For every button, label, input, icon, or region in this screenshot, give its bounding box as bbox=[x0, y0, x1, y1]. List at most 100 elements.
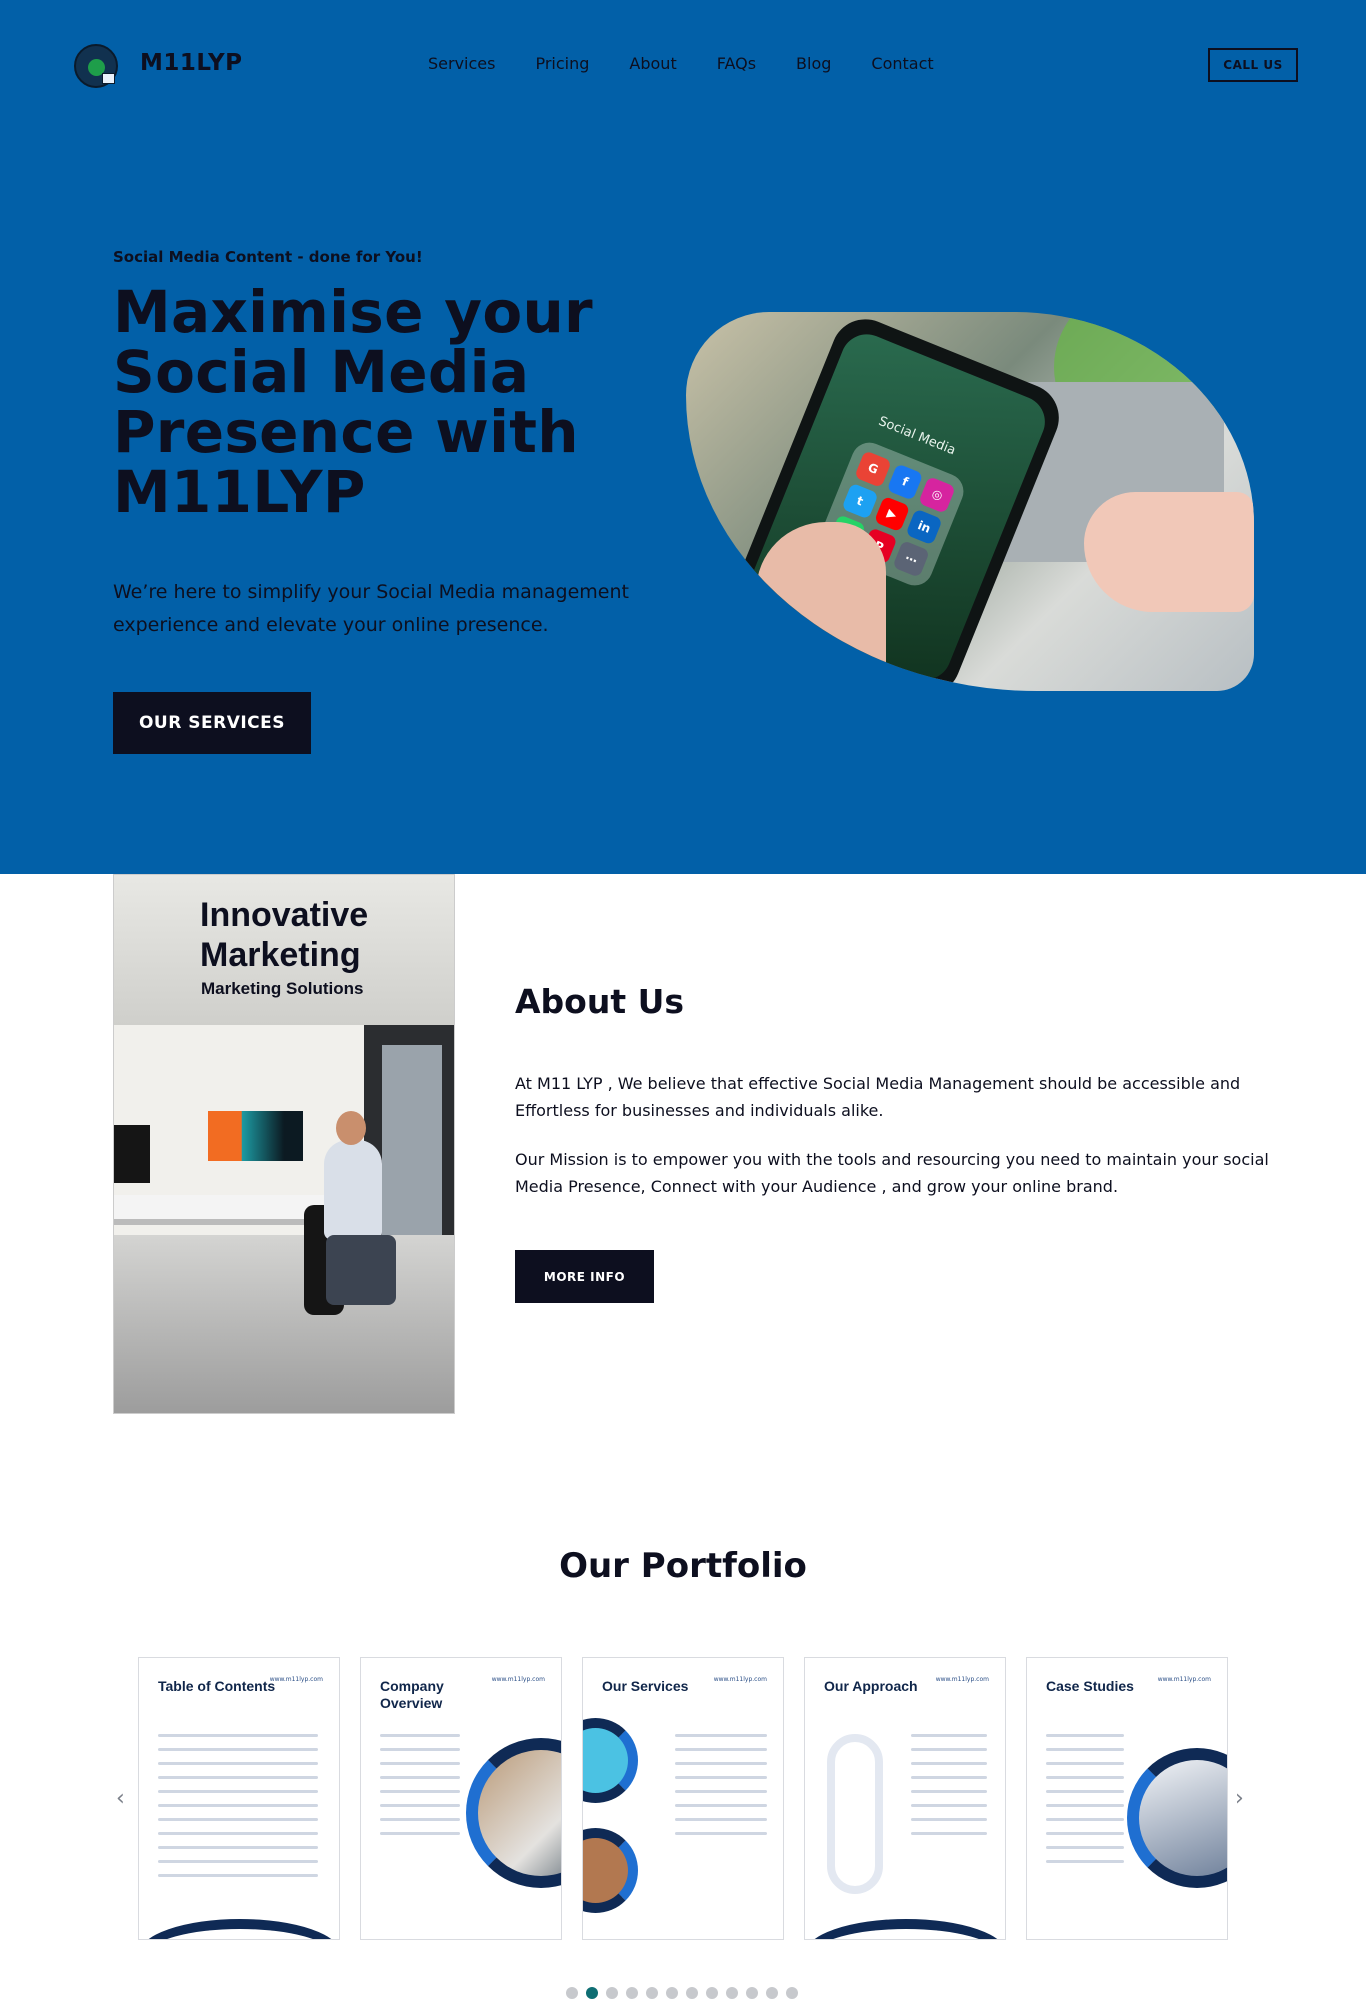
text-line bbox=[1046, 1734, 1124, 1737]
brand-name[interactable]: M11LYP bbox=[140, 50, 242, 76]
carousel-dot[interactable] bbox=[766, 1987, 778, 1999]
text-line bbox=[911, 1776, 987, 1779]
card-title: Table of Contents bbox=[158, 1678, 276, 1694]
card-title: Case Studies bbox=[1046, 1678, 1134, 1694]
text-line bbox=[675, 1804, 767, 1807]
text-line bbox=[911, 1790, 987, 1793]
card-title: Our Services bbox=[602, 1678, 689, 1694]
portfolio-card-company-overview[interactable]: Company Overview www.m11lyp.com bbox=[360, 1657, 562, 1940]
chevron-right-icon[interactable]: › bbox=[1235, 1786, 1244, 1811]
carousel-dot[interactable] bbox=[606, 1987, 618, 1999]
services-text bbox=[675, 1734, 767, 1846]
text-line bbox=[1046, 1804, 1124, 1807]
carousel-dot[interactable] bbox=[566, 1987, 578, 1999]
text-line bbox=[380, 1734, 460, 1737]
services-photo-1 bbox=[583, 1718, 638, 1803]
text-line bbox=[675, 1734, 767, 1737]
contents-line bbox=[158, 1832, 318, 1835]
carousel-dot[interactable] bbox=[586, 1987, 598, 1999]
google-icon: G bbox=[854, 450, 892, 488]
contents-line bbox=[158, 1762, 318, 1765]
nav-item-contact[interactable]: Contact bbox=[871, 54, 933, 73]
nav-item-services[interactable]: Services bbox=[428, 54, 495, 73]
text-line bbox=[1046, 1776, 1124, 1779]
nav-item-pricing[interactable]: Pricing bbox=[535, 54, 589, 73]
youtube-icon: ▶ bbox=[873, 495, 911, 533]
text-line bbox=[675, 1832, 767, 1835]
nav-item-faqs[interactable]: FAQs bbox=[717, 54, 756, 73]
our-services-button[interactable]: OUR SERVICES bbox=[113, 692, 311, 754]
case-studies-text bbox=[1046, 1734, 1124, 1874]
card-title: Our Approach bbox=[824, 1678, 918, 1694]
text-line bbox=[1046, 1832, 1124, 1835]
portfolio-heading: Our Portfolio bbox=[559, 1546, 807, 1586]
carousel-pagination bbox=[566, 1987, 798, 1999]
contents-line bbox=[158, 1860, 318, 1863]
carousel-dot[interactable] bbox=[786, 1987, 798, 1999]
portfolio-carousel: Table of Contents www.m11lyp.com Company… bbox=[138, 1657, 1228, 1940]
office-floor bbox=[114, 1235, 454, 1413]
nav-item-blog[interactable]: Blog bbox=[796, 54, 831, 73]
contents-line bbox=[158, 1790, 318, 1793]
carousel-dot[interactable] bbox=[726, 1987, 738, 1999]
holding-hand-image bbox=[756, 522, 886, 691]
approach-text bbox=[911, 1734, 987, 1846]
text-line bbox=[1046, 1790, 1124, 1793]
portfolio-card-our-services[interactable]: Our Services www.m11lyp.com bbox=[582, 1657, 784, 1940]
carousel-dot[interactable] bbox=[686, 1987, 698, 1999]
text-line bbox=[911, 1734, 987, 1737]
facebook-icon: f bbox=[886, 463, 924, 501]
analytics-photo bbox=[1127, 1748, 1227, 1888]
person-head bbox=[336, 1111, 366, 1145]
office-desk bbox=[114, 1195, 334, 1225]
carousel-dot[interactable] bbox=[666, 1987, 678, 1999]
portfolio-card-our-approach[interactable]: Our Approach www.m11lyp.com bbox=[804, 1657, 1006, 1940]
more-apps-icon: ⋯ bbox=[892, 540, 930, 578]
carousel-dot[interactable] bbox=[746, 1987, 758, 1999]
card-title: Company Overview bbox=[380, 1678, 444, 1711]
contents-list bbox=[158, 1734, 318, 1888]
call-us-button[interactable]: CALL US bbox=[1208, 48, 1298, 82]
text-line bbox=[911, 1804, 987, 1807]
text-line bbox=[911, 1818, 987, 1821]
portfolio-card-table-of-contents[interactable]: Table of Contents www.m11lyp.com bbox=[138, 1657, 340, 1940]
carousel-dot[interactable] bbox=[646, 1987, 658, 1999]
contents-line bbox=[158, 1748, 318, 1751]
carousel-dot[interactable] bbox=[626, 1987, 638, 1999]
text-line bbox=[380, 1776, 460, 1779]
more-info-button[interactable]: MORE INFO bbox=[515, 1250, 654, 1303]
portfolio-card-case-studies[interactable]: Case Studies www.m11lyp.com bbox=[1026, 1657, 1228, 1940]
card-url: www.m11lyp.com bbox=[935, 1676, 989, 1683]
text-line bbox=[675, 1748, 767, 1751]
card-url: www.m11lyp.com bbox=[491, 1676, 545, 1683]
services-photo-2 bbox=[583, 1828, 638, 1913]
linkedin-icon: in bbox=[905, 508, 943, 546]
text-line bbox=[675, 1762, 767, 1765]
pointing-hand-image bbox=[1084, 492, 1254, 612]
image-subtitle: Marketing Solutions bbox=[201, 979, 364, 998]
contents-line bbox=[158, 1776, 318, 1779]
approach-path bbox=[827, 1734, 883, 1894]
contents-line bbox=[158, 1804, 318, 1807]
image-title: Innovative Marketing bbox=[200, 896, 369, 974]
hero-tagline: Social Media Content - done for You! bbox=[113, 248, 423, 266]
brand-logo-icon[interactable] bbox=[74, 44, 118, 88]
text-line bbox=[1046, 1818, 1124, 1821]
text-line bbox=[380, 1818, 460, 1821]
wall-art bbox=[208, 1111, 303, 1161]
text-line bbox=[380, 1748, 460, 1751]
text-line bbox=[911, 1748, 987, 1751]
monitor bbox=[114, 1125, 150, 1183]
twitter-icon: t bbox=[841, 482, 879, 520]
innovative-marketing-image: Innovative Marketing Marketing Solutions bbox=[113, 874, 455, 1414]
carousel-dot[interactable] bbox=[706, 1987, 718, 1999]
card-url: www.m11lyp.com bbox=[1157, 1676, 1211, 1683]
text-line bbox=[675, 1776, 767, 1779]
chevron-left-icon[interactable]: ‹ bbox=[116, 1786, 125, 1811]
about-paragraph-2: Our Mission is to empower you with the t… bbox=[515, 1150, 1269, 1196]
overview-text bbox=[380, 1734, 460, 1846]
contents-line bbox=[158, 1818, 318, 1821]
card-url: www.m11lyp.com bbox=[269, 1676, 323, 1683]
nav-item-about[interactable]: About bbox=[629, 54, 676, 73]
hero-title: Maximise your Social Media Presence with… bbox=[113, 278, 593, 526]
